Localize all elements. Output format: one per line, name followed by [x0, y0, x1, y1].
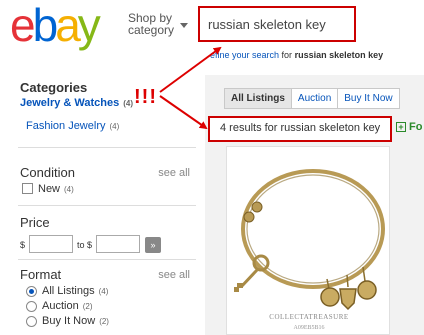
exclamation-annotation: !!! — [134, 86, 157, 108]
listing-tabs: All Listings Auction Buy It Now — [224, 88, 400, 109]
divider — [18, 259, 196, 260]
category-label: Fashion Jewelry — [26, 120, 106, 132]
refine-search-link[interactable]: efine your search — [210, 50, 279, 60]
price-go-button[interactable]: » — [145, 237, 161, 253]
chevron-down-icon — [180, 23, 188, 28]
format-auction-radio[interactable] — [26, 301, 37, 312]
option-label: Buy It Now — [42, 315, 96, 327]
plus-icon: + — [396, 122, 406, 132]
category-count: (4) — [123, 99, 134, 108]
category-fashion-jewelry[interactable]: Fashion Jewelry (4) — [26, 120, 119, 132]
follow-search-button[interactable]: + Fo — [396, 121, 422, 133]
category-label: Jewelry & Watches — [20, 97, 120, 109]
condition-new-label: New (4) — [38, 183, 74, 195]
logo-letter-b: b — [32, 0, 59, 51]
price-min-input[interactable] — [29, 235, 73, 253]
price-from-symbol: $ — [20, 240, 26, 250]
tab-auction[interactable]: Auction — [291, 88, 339, 109]
watermark-line-2: A09EB5B16 — [293, 325, 324, 331]
format-all-listings-label: All Listings (4) — [42, 285, 108, 297]
option-count: (2) — [82, 302, 93, 311]
price-title: Price — [20, 215, 50, 230]
logo-letter-e: e — [10, 0, 36, 51]
watermark-line-1: COLLECTATREASURE — [269, 313, 348, 321]
product-image[interactable]: COLLECTATREASURE A09EB5B16 — [227, 147, 391, 335]
condition-title: Condition — [20, 165, 75, 180]
option-label: Auction — [42, 300, 79, 312]
refine-for-text: for — [279, 50, 295, 60]
option-label: All Listings — [42, 285, 95, 297]
format-auction-label: Auction (2) — [42, 300, 92, 312]
logo-letter-a: a — [55, 0, 81, 51]
skeleton-key-charm — [234, 254, 270, 292]
tab-all-listings[interactable]: All Listings — [224, 88, 292, 109]
format-buy-it-now-radio[interactable] — [26, 316, 37, 327]
option-count: (4) — [64, 185, 74, 194]
categories-title: Categories — [20, 80, 88, 95]
results-count: 4 results for russian skeleton key — [208, 116, 392, 142]
double-chevron-right-icon: » — [150, 240, 156, 250]
refine-query: russian skeleton key — [294, 50, 384, 60]
option-count: (2) — [99, 317, 109, 326]
format-see-all-link[interactable]: see all — [158, 269, 190, 281]
logo-letter-y: y — [77, 0, 101, 51]
product-card[interactable]: COLLECTATREASURE A09EB5B16 — [226, 146, 390, 335]
price-to-label: to $ — [77, 240, 93, 250]
format-title: Format — [20, 267, 62, 282]
shop-by-category-button[interactable]: Shop by category — [128, 12, 188, 37]
condition-new-checkbox[interactable] — [22, 183, 33, 194]
format-buy-it-now-label: Buy It Now (2) — [42, 315, 109, 327]
search-input[interactable] — [208, 17, 348, 32]
category-label: category — [128, 23, 175, 37]
divider — [18, 205, 196, 206]
format-all-listings-radio[interactable] — [26, 286, 37, 297]
refine-search-line: efine your search for russian skeleton k… — [210, 50, 383, 60]
bangle-bead — [251, 201, 263, 213]
option-label: New — [38, 183, 61, 195]
category-jewelry-watches[interactable]: Jewelry & Watches (4) — [20, 97, 133, 109]
ebay-logo[interactable]: ebay — [10, 0, 101, 51]
divider — [18, 147, 196, 148]
category-count: (4) — [109, 122, 120, 131]
follow-label: Fo — [409, 121, 423, 133]
search-box[interactable] — [198, 6, 356, 42]
condition-see-all-link[interactable]: see all — [158, 167, 190, 179]
tab-buy-it-now[interactable]: Buy It Now — [338, 88, 400, 109]
bangle-bead — [243, 211, 255, 223]
price-max-input[interactable] — [96, 235, 140, 253]
option-count: (4) — [98, 287, 109, 296]
arrow-to-results — [159, 95, 208, 130]
